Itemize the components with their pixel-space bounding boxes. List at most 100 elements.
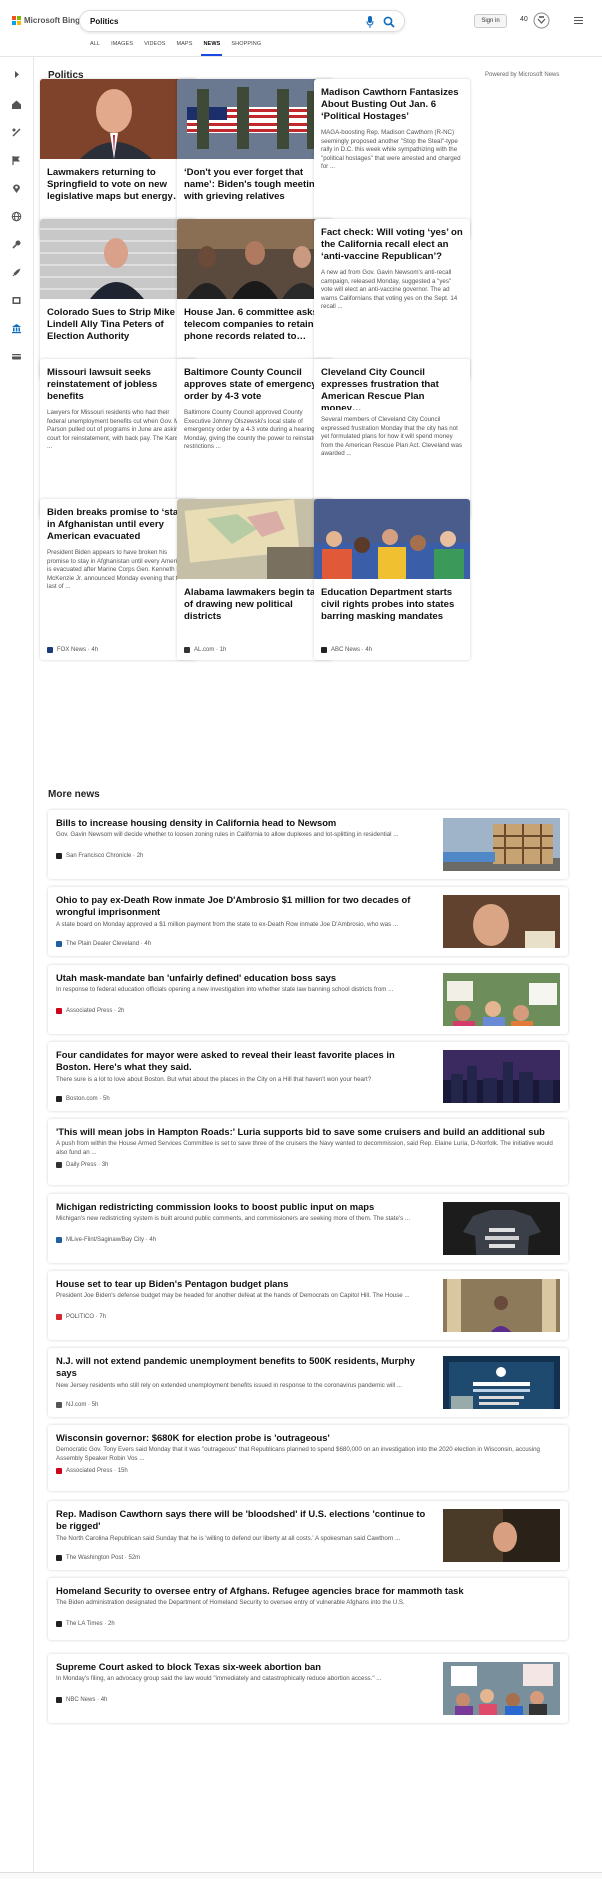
item-title[interactable]: Michigan redistricting commission looks … xyxy=(56,1201,428,1213)
bank-icon[interactable] xyxy=(11,323,22,334)
rewards-points[interactable]: 40 xyxy=(520,16,528,23)
flag-icon[interactable] xyxy=(11,155,22,166)
rewards-icon[interactable] xyxy=(533,12,550,29)
card-title[interactable]: Biden breaks promise to ‘stay’ in Afghan… xyxy=(40,499,196,543)
home-icon[interactable] xyxy=(11,99,22,110)
tab-all[interactable]: ALL xyxy=(90,41,111,56)
news-card[interactable]: ‘Don't you ever forget that name’: Biden… xyxy=(177,79,333,240)
news-list-item[interactable]: House set to tear up Biden's Pentagon bu… xyxy=(48,1271,568,1345)
globe-icon[interactable] xyxy=(11,211,22,222)
item-thumbnail[interactable] xyxy=(443,1662,560,1728)
news-card[interactable]: Lawmakers returning to Springfield to vo… xyxy=(40,79,196,240)
news-list-item[interactable]: N.J. will not extend pandemic unemployme… xyxy=(48,1348,568,1422)
item-title[interactable]: Homeland Security to oversee entry of Af… xyxy=(56,1585,556,1597)
item-title[interactable]: Ohio to pay ex-Death Row inmate Joe D'Am… xyxy=(56,894,428,918)
news-card[interactable]: Alabama lawmakers begin task of drawing … xyxy=(177,499,333,660)
news-list-item[interactable]: Ohio to pay ex-Death Row inmate Joe D'Am… xyxy=(48,887,568,961)
money-icon[interactable] xyxy=(11,351,22,362)
news-card[interactable]: Missouri lawsuit seeks reinstatement of … xyxy=(40,359,196,520)
source-name: The Plain Dealer Cleveland xyxy=(66,941,140,947)
category-rail xyxy=(0,57,34,1879)
tab-news[interactable]: NEWS xyxy=(201,41,231,56)
news-card[interactable]: Baltimore County Council approves state … xyxy=(177,359,333,520)
bing-logo[interactable]: Microsoft Bing xyxy=(12,16,80,25)
news-list-item[interactable]: Wisconsin governor: $680K for election p… xyxy=(48,1425,568,1491)
card-title[interactable]: Lawmakers returning to Springfield to vo… xyxy=(40,159,196,223)
card-title[interactable]: Fact check: Will voting ‘yes’ on the Cal… xyxy=(314,219,470,263)
item-thumbnail[interactable] xyxy=(443,895,560,961)
item-thumbnail[interactable] xyxy=(443,1202,560,1268)
item-thumbnail[interactable] xyxy=(443,818,560,884)
item-thumbnail[interactable] xyxy=(443,973,560,1039)
news-card[interactable]: Colorado Sues to Strip Mike Lindell Ally… xyxy=(40,219,196,380)
tab-maps[interactable]: MAPS xyxy=(176,41,203,56)
source-time: 7h xyxy=(99,1314,107,1320)
hamburger-menu-icon[interactable] xyxy=(574,17,583,25)
card-title[interactable]: Education Department starts civil rights… xyxy=(314,579,470,643)
search-icon[interactable] xyxy=(383,16,395,28)
sports-icon[interactable] xyxy=(11,127,22,138)
item-source: The LA Times · 2h xyxy=(56,1621,115,1627)
card-title[interactable]: Alabama lawmakers begin task of drawing … xyxy=(177,579,333,643)
search-input[interactable] xyxy=(90,16,350,26)
item-title[interactable]: House set to tear up Biden's Pentagon bu… xyxy=(56,1278,428,1290)
publisher-logo-icon xyxy=(56,1697,62,1703)
tab-videos[interactable]: VIDEOS xyxy=(144,41,176,56)
news-card[interactable]: Cleveland City Council expresses frustra… xyxy=(314,359,470,520)
item-thumbnail[interactable] xyxy=(443,1279,560,1345)
item-description: The North Carolina Republican said Sunda… xyxy=(56,1535,401,1542)
item-title[interactable]: Utah mask-mandate ban 'unfairly defined'… xyxy=(56,972,428,984)
news-card[interactable]: Madison Cawthorn Fantasizes About Bustin… xyxy=(314,79,470,240)
item-title[interactable]: Rep. Madison Cawthorn says there will be… xyxy=(56,1508,428,1532)
sign-in-button[interactable]: Sign in xyxy=(474,14,507,28)
item-title[interactable]: 'This will mean jobs in Hampton Roads:' … xyxy=(56,1126,556,1138)
card-image xyxy=(177,499,333,579)
item-title[interactable]: Supreme Court asked to block Texas six-w… xyxy=(56,1661,428,1673)
tab-shopping[interactable]: SHOPPING xyxy=(231,41,272,56)
card-title[interactable]: ‘Don't you ever forget that name’: Biden… xyxy=(177,159,333,223)
item-thumbnail[interactable] xyxy=(443,1050,560,1116)
item-thumbnail[interactable] xyxy=(443,1356,560,1422)
item-title[interactable]: Bills to increase housing density in Cal… xyxy=(56,817,428,829)
powered-by[interactable]: Powered by Microsoft News xyxy=(485,72,559,78)
source-name: Associated Press xyxy=(66,1008,113,1014)
item-thumbnail[interactable] xyxy=(443,1509,560,1575)
item-source: Associated Press · 15h xyxy=(56,1468,128,1474)
news-list-item[interactable]: Michigan redistricting commission looks … xyxy=(48,1194,568,1268)
rocket-icon[interactable] xyxy=(11,267,22,278)
location-icon[interactable] xyxy=(11,183,22,194)
news-list-item[interactable]: Rep. Madison Cawthorn says there will be… xyxy=(48,1501,568,1575)
source-name: POLITICO xyxy=(66,1314,95,1320)
news-list-item[interactable]: Bills to increase housing density in Cal… xyxy=(48,810,568,884)
search-box[interactable] xyxy=(79,10,405,32)
source-name: Daily Press xyxy=(66,1162,97,1168)
item-title[interactable]: Wisconsin governor: $680K for election p… xyxy=(56,1432,556,1444)
publisher-logo-icon xyxy=(184,647,190,653)
science-icon[interactable] xyxy=(11,239,22,250)
news-card[interactable]: Fact check: Will voting ‘yes’ on the Cal… xyxy=(314,219,470,380)
expand-icon[interactable] xyxy=(11,69,22,80)
microphone-icon[interactable] xyxy=(366,16,374,28)
card-title[interactable]: House Jan. 6 committee asks telecom comp… xyxy=(177,299,333,363)
card-title[interactable]: Colorado Sues to Strip Mike Lindell Ally… xyxy=(40,299,196,363)
tab-images[interactable]: IMAGES xyxy=(111,41,144,56)
card-title[interactable]: Madison Cawthorn Fantasizes About Bustin… xyxy=(314,79,470,123)
item-title[interactable]: Four candidates for mayor were asked to … xyxy=(56,1049,428,1073)
entertainment-icon[interactable] xyxy=(11,295,22,306)
card-title[interactable]: Cleveland City Council expresses frustra… xyxy=(314,359,470,410)
card-description: President Biden appears to have broken h… xyxy=(47,549,187,590)
news-card[interactable]: Biden breaks promise to ‘stay’ in Afghan… xyxy=(40,499,196,660)
news-list-item[interactable]: 'This will mean jobs in Hampton Roads:' … xyxy=(48,1119,568,1185)
news-list-item[interactable]: Utah mask-mandate ban 'unfairly defined'… xyxy=(48,965,568,1039)
item-description: In Monday's filing, an advocacy group sa… xyxy=(56,1675,382,1682)
source-name: FOX News xyxy=(57,647,87,653)
card-title[interactable]: Missouri lawsuit seeks reinstatement of … xyxy=(40,359,196,403)
news-card[interactable]: House Jan. 6 committee asks telecom comp… xyxy=(177,219,333,380)
news-list-item[interactable]: Four candidates for mayor were asked to … xyxy=(48,1042,568,1116)
news-list-item[interactable]: Homeland Security to oversee entry of Af… xyxy=(48,1578,568,1640)
source-name: NJ.com xyxy=(66,1402,87,1408)
news-list-item[interactable]: Supreme Court asked to block Texas six-w… xyxy=(48,1654,568,1728)
card-title[interactable]: Baltimore County Council approves state … xyxy=(177,359,333,403)
news-card[interactable]: Education Department starts civil rights… xyxy=(314,499,470,660)
item-title[interactable]: N.J. will not extend pandemic unemployme… xyxy=(56,1355,428,1379)
